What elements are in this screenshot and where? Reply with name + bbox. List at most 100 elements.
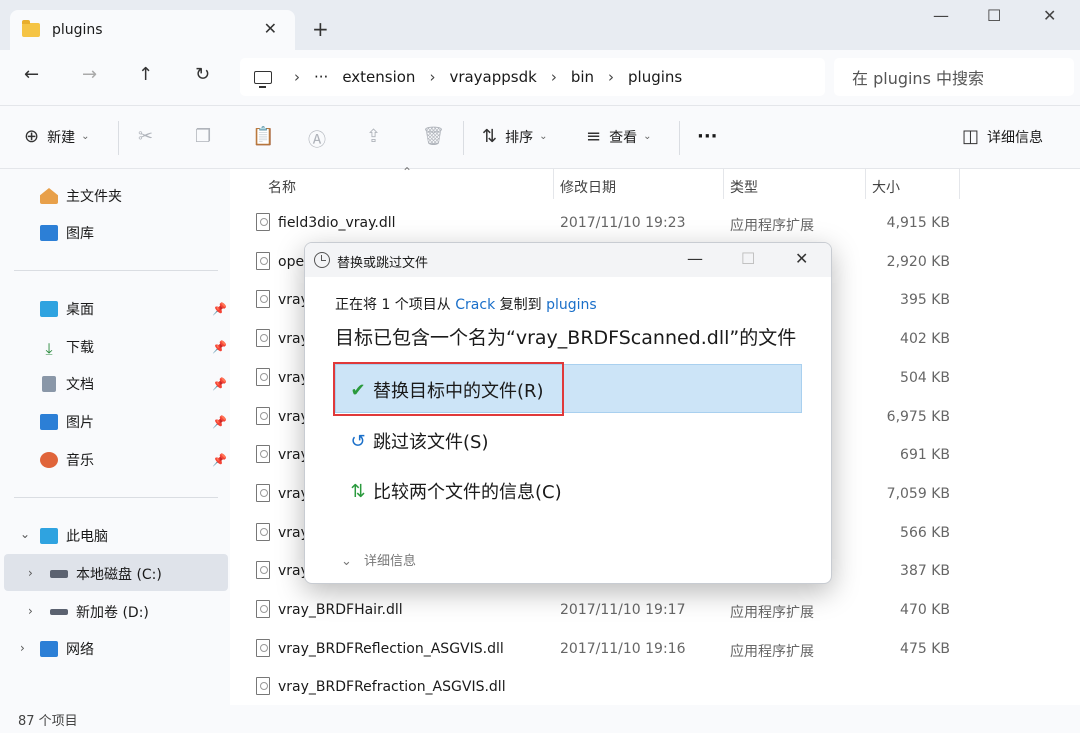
- dialog-minimize-button[interactable]: —: [687, 249, 703, 268]
- new-button[interactable]: ⊕ 新建 ⌄: [24, 126, 89, 147]
- sidebar-item-music[interactable]: 音乐: [40, 448, 94, 472]
- file-row[interactable]: vray_BRDFRefraction_ASGVIS.dll: [230, 669, 990, 707]
- minimize-button[interactable]: —: [933, 6, 949, 25]
- file-size: 6,975 KB: [886, 408, 950, 425]
- breadcrumb-bin[interactable]: bin: [571, 68, 594, 86]
- skip-arrow-icon: ↺: [350, 430, 366, 452]
- pin-icon[interactable]: 📌: [212, 302, 227, 316]
- file-size: 387 KB: [900, 563, 950, 580]
- replace-file-option[interactable]: ✔ 替换目标中的文件(R): [347, 377, 543, 403]
- column-header-type[interactable]: 类型: [730, 177, 758, 197]
- file-size: 475 KB: [900, 640, 950, 657]
- sidebar-item-label: 主文件夹: [66, 189, 122, 205]
- sidebar-item-label: 此电脑: [66, 529, 108, 545]
- status-bar: 87 个项目: [0, 705, 1080, 733]
- more-options-button[interactable]: ···: [697, 126, 718, 147]
- sidebar-item-label: 新加卷 (D:): [76, 605, 149, 621]
- sort-button[interactable]: ⇅ 排序 ⌄: [482, 126, 547, 147]
- expand-chevron-icon[interactable]: ›: [20, 641, 25, 655]
- details-pane-icon: ◫: [962, 126, 980, 147]
- column-header-date[interactable]: 修改日期: [560, 177, 616, 197]
- view-button-label: 查看: [609, 129, 638, 146]
- sidebar-item-label: 桌面: [66, 302, 94, 318]
- tab-close-icon[interactable]: ✕: [264, 19, 277, 38]
- destination-folder-link[interactable]: plugins: [546, 297, 597, 313]
- new-button-label: 新建: [47, 129, 76, 146]
- breadcrumb-plugins[interactable]: plugins: [628, 68, 682, 86]
- document-icon: [42, 376, 56, 392]
- breadcrumb-vrayappsdk[interactable]: vrayappsdk: [449, 68, 536, 86]
- sidebar-item-drive-c[interactable]: 本地磁盘 (C:): [50, 562, 162, 586]
- cut-icon[interactable]: ✂: [138, 126, 153, 147]
- search-input[interactable]: 在 plugins 中搜索: [834, 58, 1074, 96]
- sidebar-item-drive-d[interactable]: 新加卷 (D:): [50, 600, 149, 624]
- file-row[interactable]: vray_BRDFReflection_ASGVIS.dll 2017/11/10…: [230, 631, 990, 669]
- sidebar-divider: [14, 270, 218, 271]
- copy-icon[interactable]: ❐: [195, 126, 211, 147]
- copy-progress-text: 正在将 1 个项目从 Crack 复制到 plugins: [335, 294, 597, 314]
- details-pane-button[interactable]: ◫ 详细信息: [962, 126, 1043, 147]
- sidebar-item-this-pc[interactable]: 此电脑: [40, 524, 108, 548]
- pin-icon[interactable]: 📌: [212, 340, 227, 354]
- desktop-icon: [40, 301, 58, 317]
- pin-icon[interactable]: 📌: [212, 377, 227, 391]
- music-icon: [40, 452, 58, 468]
- expand-chevron-icon[interactable]: ›: [28, 566, 33, 580]
- pictures-icon: [40, 414, 58, 430]
- expand-chevron-icon[interactable]: ›: [28, 604, 33, 618]
- tab-plugins[interactable]: plugins ✕: [10, 10, 295, 50]
- file-name: vray_BRDFReflection_ASGVIS.dll: [278, 640, 504, 657]
- new-tab-button[interactable]: +: [312, 17, 329, 41]
- clock-icon: [314, 252, 330, 268]
- close-window-button[interactable]: ✕: [1043, 6, 1056, 25]
- file-size: 2,920 KB: [886, 253, 950, 270]
- sidebar-item-desktop[interactable]: 桌面: [40, 297, 94, 321]
- sidebar-item-downloads[interactable]: ⤓ 下载: [40, 335, 94, 359]
- breadcrumb-overflow-button[interactable]: ···: [314, 68, 328, 86]
- up-button[interactable]: ↑: [138, 64, 153, 85]
- file-name: vray_BRDFHair.dll: [278, 602, 403, 618]
- sidebar-item-documents[interactable]: 文档: [40, 372, 94, 396]
- column-header-name[interactable]: 名称: [268, 177, 296, 197]
- share-icon[interactable]: ⇪: [366, 126, 381, 147]
- sidebar-item-home[interactable]: 主文件夹: [40, 184, 122, 208]
- pin-icon[interactable]: 📌: [212, 453, 227, 467]
- delete-icon[interactable]: 🗑: [422, 126, 445, 147]
- compare-files-option[interactable]: ⇅ 比较两个文件的信息(C): [347, 478, 561, 504]
- chevron-down-icon: ⌄: [81, 131, 90, 142]
- back-button[interactable]: ←: [24, 64, 39, 85]
- more-details-toggle[interactable]: ⌄ 详细信息: [341, 550, 416, 569]
- item-count: 87 个项目: [18, 714, 78, 729]
- search-placeholder: 在 plugins 中搜索: [852, 69, 984, 88]
- refresh-button[interactable]: ↻: [195, 64, 210, 85]
- column-header-size[interactable]: 大小: [872, 177, 900, 197]
- rename-icon[interactable]: Ⓐ: [308, 126, 326, 152]
- file-size: 7,059 KB: [886, 485, 950, 502]
- sidebar-item-pictures[interactable]: 图片: [40, 410, 94, 434]
- chevron-down-icon: ⌄: [539, 131, 548, 142]
- dll-file-icon: [256, 561, 270, 580]
- file-type: 应用程序扩展: [730, 605, 814, 621]
- sidebar-item-network[interactable]: 网络: [40, 637, 94, 661]
- pin-icon[interactable]: 📌: [212, 415, 227, 429]
- breadcrumb-extension[interactable]: extension: [342, 68, 415, 86]
- view-button[interactable]: ≡ 查看 ⌄: [586, 126, 651, 147]
- file-row[interactable]: vray_BRDFHair.dll 2017/11/10 19:17 应用程序扩展 4…: [230, 592, 990, 630]
- column-divider[interactable]: [865, 169, 866, 199]
- source-folder-link[interactable]: Crack: [455, 297, 495, 313]
- address-bar[interactable]: › ··· extension › vrayappsdk › bin › plu…: [240, 58, 825, 96]
- copy-text-mid: 复制到: [495, 297, 547, 313]
- replace-or-skip-dialog: 替换或跳过文件 — ☐ ✕ 正在将 1 个项目从 Crack 复制到 plugi…: [304, 242, 832, 584]
- maximize-button[interactable]: ☐: [987, 6, 1001, 25]
- file-row[interactable]: field3dio_vray.dll 2017/11/10 19:23 应用程序扩展…: [230, 205, 990, 243]
- sidebar-item-gallery[interactable]: 图库: [40, 221, 94, 245]
- column-divider[interactable]: [553, 169, 554, 199]
- paste-icon[interactable]: 📋: [252, 126, 274, 147]
- collapse-chevron-icon[interactable]: ⌄: [20, 527, 30, 541]
- column-divider[interactable]: [723, 169, 724, 199]
- navigation-pane: 主文件夹 图库 桌面 📌 ⤓ 下载 📌 文档 📌 图片 📌 音乐 📌 ⌄ 此电脑…: [0, 169, 230, 705]
- skip-file-option[interactable]: ↺ 跳过该文件(S): [347, 428, 488, 454]
- forward-button[interactable]: →: [82, 64, 97, 85]
- dialog-close-button[interactable]: ✕: [795, 249, 808, 268]
- column-divider[interactable]: [959, 169, 960, 199]
